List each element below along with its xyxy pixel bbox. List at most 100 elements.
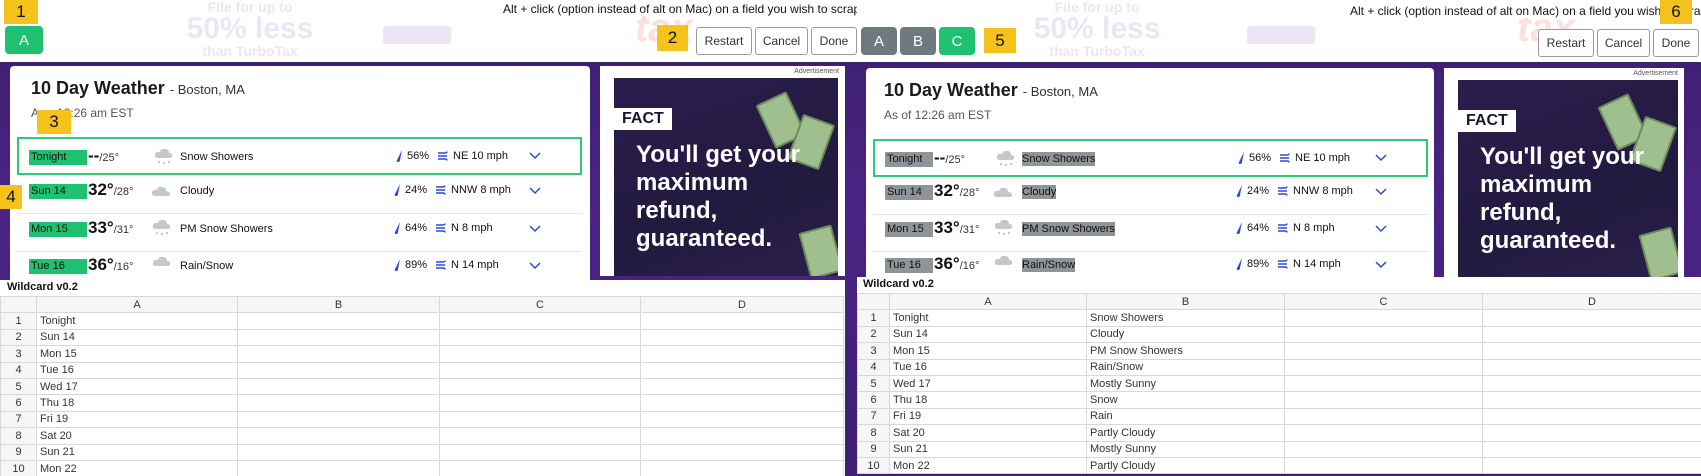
table-cell[interactable] bbox=[640, 361, 844, 379]
table-cell[interactable] bbox=[1482, 358, 1701, 376]
column-header[interactable]: B bbox=[237, 295, 440, 314]
table-cell[interactable]: Sun 14 bbox=[889, 325, 1087, 344]
table-cell[interactable] bbox=[439, 312, 641, 330]
advertisement[interactable]: Advertisement FACT You'll get your maxim… bbox=[600, 66, 845, 276]
table-cell[interactable] bbox=[640, 345, 844, 363]
table-cell[interactable]: Wed 17 bbox=[889, 374, 1087, 393]
table-cell[interactable] bbox=[1284, 358, 1483, 376]
chevron-down-icon[interactable] bbox=[1375, 223, 1387, 233]
table-cell[interactable]: Mon 15 bbox=[36, 345, 238, 363]
column-header[interactable]: A bbox=[889, 292, 1087, 311]
table-cell[interactable]: Mon 15 bbox=[889, 342, 1087, 360]
column-header[interactable]: A bbox=[36, 295, 238, 314]
table-cell[interactable] bbox=[640, 443, 844, 461]
chevron-down-icon[interactable] bbox=[529, 185, 541, 195]
table-cell[interactable]: Cloudy bbox=[1086, 325, 1285, 344]
table-cell[interactable]: Thu 18 bbox=[889, 391, 1087, 409]
table-cell[interactable]: Sat 20 bbox=[36, 427, 238, 445]
table-cell[interactable] bbox=[1284, 374, 1483, 393]
table-cell[interactable]: Tonight bbox=[36, 312, 238, 330]
table-cell[interactable] bbox=[237, 394, 440, 412]
cancel-button[interactable]: Cancel bbox=[755, 27, 808, 55]
table-cell[interactable] bbox=[237, 459, 440, 476]
column-header[interactable]: D bbox=[1482, 292, 1701, 311]
table-cell[interactable] bbox=[439, 377, 641, 396]
table-cell[interactable] bbox=[640, 328, 844, 347]
table-cell[interactable] bbox=[1284, 407, 1483, 426]
table-cell[interactable]: Partly Cloudy bbox=[1086, 424, 1285, 442]
table-cell[interactable] bbox=[237, 361, 440, 379]
table-cell[interactable] bbox=[640, 312, 844, 330]
restart-button[interactable]: Restart bbox=[1538, 29, 1594, 57]
table-cell[interactable] bbox=[1284, 325, 1483, 344]
table-cell[interactable]: Mostly Sunny bbox=[1086, 440, 1285, 458]
table-cell[interactable] bbox=[1284, 440, 1483, 458]
table-cell[interactable] bbox=[640, 394, 844, 412]
table-cell[interactable] bbox=[237, 443, 440, 461]
table-cell[interactable]: Fri 19 bbox=[889, 407, 1087, 426]
table-cell[interactable] bbox=[640, 377, 844, 396]
table-cell[interactable] bbox=[237, 427, 440, 445]
column-a-button[interactable]: A bbox=[5, 26, 43, 54]
ad-image[interactable]: FACT You'll get your maximum refund, gua… bbox=[614, 78, 838, 276]
table-cell[interactable] bbox=[439, 394, 641, 412]
table-cell[interactable] bbox=[439, 459, 641, 476]
table-cell[interactable] bbox=[439, 427, 641, 445]
forecast-row[interactable]: Sun 14 32°/28° Cloudy 24% NNW 8 mph bbox=[17, 176, 582, 214]
table-cell[interactable] bbox=[237, 312, 440, 330]
ad-image[interactable]: FACT You'll get your maximum refund, gua… bbox=[1458, 80, 1678, 278]
table-cell[interactable]: Sun 21 bbox=[889, 440, 1087, 458]
table-cell[interactable] bbox=[237, 328, 440, 347]
table-cell[interactable] bbox=[640, 410, 844, 429]
restart-button[interactable]: Restart bbox=[696, 27, 752, 55]
table-cell[interactable] bbox=[1284, 456, 1483, 475]
chevron-down-icon[interactable] bbox=[1375, 259, 1387, 269]
table-cell[interactable] bbox=[1482, 391, 1701, 409]
table-cell[interactable] bbox=[439, 345, 641, 363]
table-cell[interactable] bbox=[1482, 424, 1701, 442]
table-cell[interactable]: Tue 16 bbox=[889, 358, 1087, 376]
table-cell[interactable]: Tonight bbox=[889, 309, 1087, 327]
table-cell[interactable]: Snow Showers bbox=[1086, 309, 1285, 327]
table-cell[interactable] bbox=[1284, 342, 1483, 360]
forecast-row[interactable]: Mon 15 33°/31° PM Snow Showers 64% N 8 m… bbox=[873, 214, 1428, 252]
column-header[interactable]: B bbox=[1086, 292, 1285, 311]
table-cell[interactable] bbox=[439, 443, 641, 461]
forecast-row[interactable]: Mon 15 33°/31° PM Snow Showers 64% N 8 m… bbox=[17, 214, 582, 252]
table-cell[interactable] bbox=[1284, 391, 1483, 409]
table-cell[interactable]: Mostly Sunny bbox=[1086, 374, 1285, 393]
table-cell[interactable] bbox=[237, 410, 440, 429]
chevron-down-icon[interactable] bbox=[1375, 186, 1387, 196]
table-cell[interactable]: Sun 21 bbox=[36, 443, 238, 461]
column-a-button[interactable]: A bbox=[861, 27, 897, 55]
done-button[interactable]: Done bbox=[1653, 29, 1699, 57]
chevron-down-icon[interactable] bbox=[529, 150, 541, 160]
table-cell[interactable]: Rain/Snow bbox=[1086, 358, 1285, 376]
table-cell[interactable] bbox=[1482, 342, 1701, 360]
table-cell[interactable] bbox=[1482, 407, 1701, 426]
forecast-row[interactable]: Sun 14 32°/28° Cloudy 24% NNW 8 mph bbox=[873, 177, 1428, 215]
table-cell[interactable]: Snow bbox=[1086, 391, 1285, 409]
table-cell[interactable]: Rain bbox=[1086, 407, 1285, 426]
table-cell[interactable]: Sat 20 bbox=[889, 424, 1087, 442]
table-cell[interactable] bbox=[439, 410, 641, 429]
table-cell[interactable] bbox=[1482, 456, 1701, 475]
table-cell[interactable] bbox=[640, 459, 844, 476]
column-header[interactable]: D bbox=[640, 295, 844, 314]
table-cell[interactable] bbox=[1284, 309, 1483, 327]
table-cell[interactable]: Mon 22 bbox=[36, 459, 238, 476]
table-cell[interactable] bbox=[439, 328, 641, 347]
advertisement[interactable]: Advertisement FACT You'll get your maxim… bbox=[1444, 68, 1684, 278]
table-cell[interactable] bbox=[1482, 325, 1701, 344]
forecast-row[interactable]: Tonight --/25° Snow Showers 56% NE 10 mp… bbox=[17, 137, 582, 175]
column-b-button[interactable]: B bbox=[900, 27, 936, 55]
chevron-down-icon[interactable] bbox=[1375, 152, 1387, 162]
column-header[interactable]: C bbox=[1284, 292, 1483, 311]
column-header[interactable]: C bbox=[439, 295, 641, 314]
table-cell[interactable]: Thu 18 bbox=[36, 394, 238, 412]
done-button[interactable]: Done bbox=[811, 27, 857, 55]
chevron-down-icon[interactable] bbox=[529, 260, 541, 270]
table-cell[interactable]: PM Snow Showers bbox=[1086, 342, 1285, 360]
table-cell[interactable]: Sun 14 bbox=[36, 328, 238, 347]
table-cell[interactable]: Wed 17 bbox=[36, 377, 238, 396]
